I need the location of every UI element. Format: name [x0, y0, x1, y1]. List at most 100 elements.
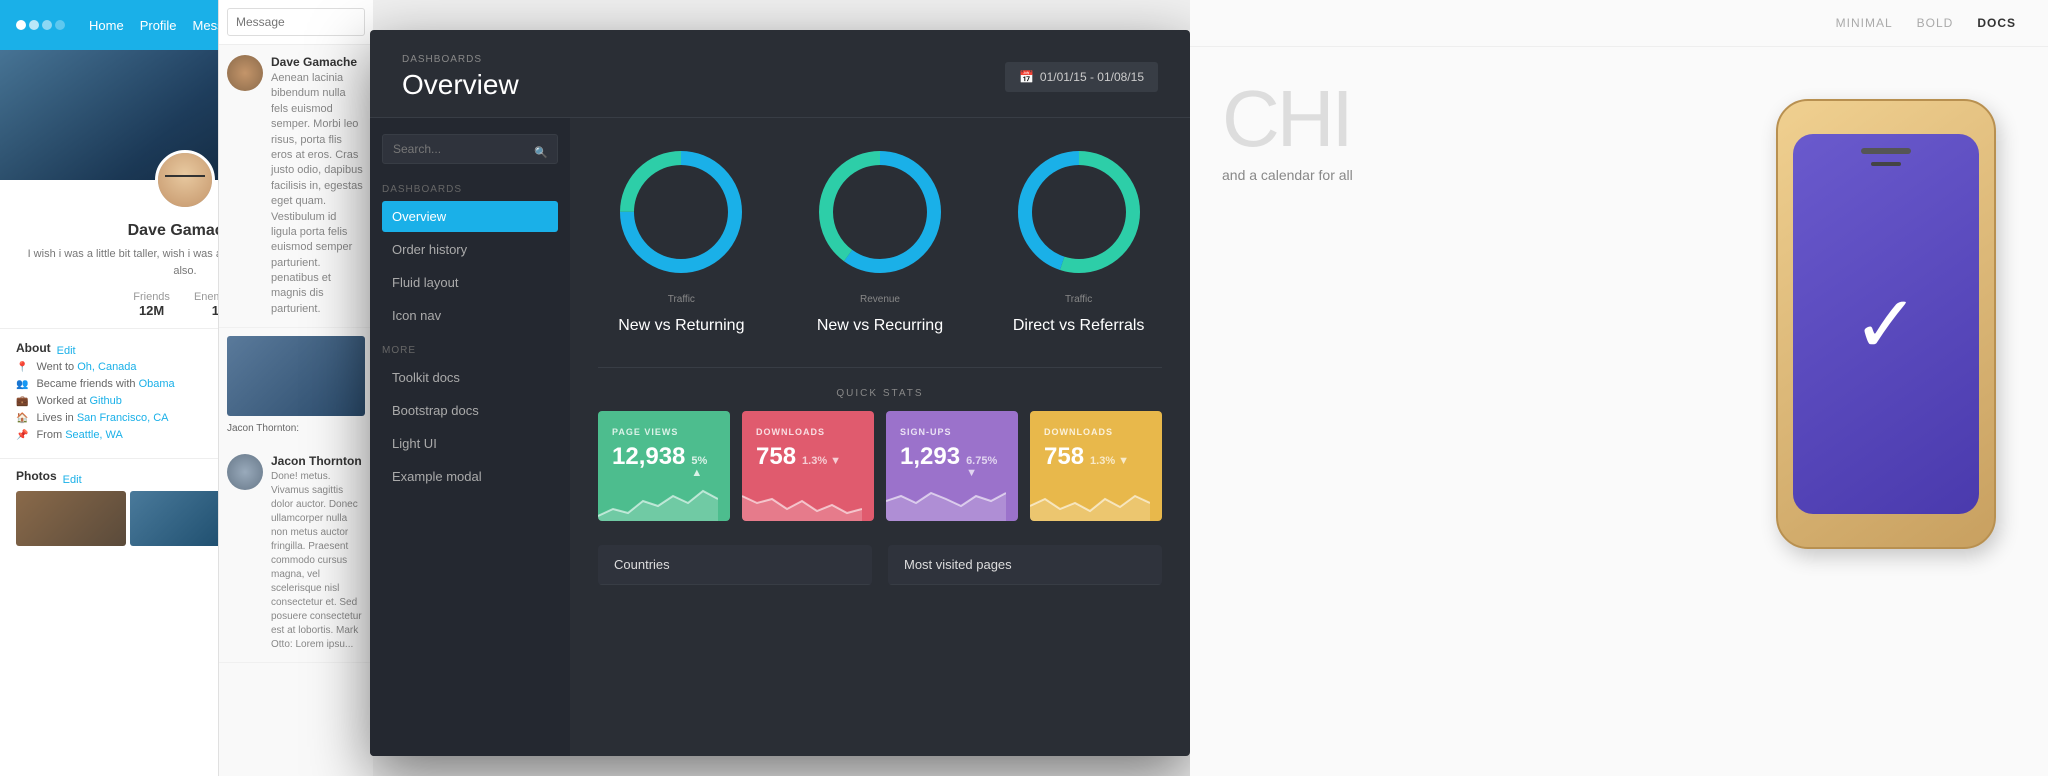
chart-1-title: New vs Returning — [618, 317, 744, 335]
chart-traffic-direct-referrals: Traffic Direct vs Referrals — [1009, 142, 1149, 335]
countries-table: Countries — [598, 545, 872, 585]
date-range-label: 01/01/15 - 01/08/15 — [1040, 70, 1144, 84]
stat-value-1: 12,938 5% ▲ — [612, 443, 716, 479]
phone-speaker — [1871, 162, 1901, 166]
avatar-glasses — [165, 175, 205, 185]
charts-row: Traffic New vs Returning Revenue New vs … — [598, 142, 1162, 335]
quick-stats-label: QUICK STATS — [598, 367, 1162, 399]
nav-section-more: MORE Toolkit docs Bootstrap docs Light U… — [370, 337, 570, 498]
sparkline-2 — [742, 481, 862, 521]
calendar-icon: 📅 — [1019, 70, 1034, 84]
most-visited-title: Most visited pages — [904, 557, 1146, 572]
countries-table-header: Countries — [598, 545, 872, 585]
photo-1[interactable] — [16, 491, 126, 546]
right-big-text: CHI — [1222, 79, 1724, 159]
avatar — [155, 150, 215, 210]
right-text: CHI and a calendar for all — [1222, 79, 1724, 183]
message-input-wrap — [219, 0, 373, 45]
search-icon: 🔍 — [534, 146, 548, 159]
logo-dot-3 — [42, 20, 52, 30]
most-visited-header: Most visited pages — [888, 545, 1162, 585]
stat-title-4: DOWNLOADS — [1044, 427, 1148, 437]
msg-text-1: Aenean lacinia bibendum nulla fels euism… — [271, 71, 365, 317]
phone-notch — [1861, 148, 1911, 154]
logo-dot-4 — [55, 20, 65, 30]
messages-panel: Dave Gamache Aenean lacinia bibendum nul… — [218, 0, 373, 776]
chart-3-category: Traffic — [1065, 294, 1092, 305]
stat-change-3: 6.75% ▼ — [966, 455, 1004, 479]
pin-icon: 📌 — [16, 430, 28, 441]
donut-1 — [611, 142, 751, 282]
message-item-1: Dave Gamache Aenean lacinia bibendum nul… — [219, 45, 373, 328]
right-panel: MINIMAL BOLD DOCS CHI and a calendar for… — [1190, 0, 2048, 776]
stat-change-2: 1.3% ▼ — [802, 455, 841, 467]
phone-screen: ✓ — [1793, 134, 1979, 514]
post-caption: Jacon Thornton: — [227, 422, 365, 436]
logo-dot-1 — [16, 20, 26, 30]
image-post: Jacon Thornton: — [219, 328, 373, 444]
post-image — [227, 336, 365, 416]
logo-dot-2 — [29, 20, 39, 30]
dashboard-layout: 🔍 DASHBOARDS Overview Order history Flui… — [370, 118, 1190, 756]
date-range-button[interactable]: 📅 01/01/15 - 01/08/15 — [1005, 62, 1158, 92]
stat-value-4: 758 1.3% ▼ — [1044, 443, 1148, 471]
right-tagline: and a calendar for all — [1222, 167, 1724, 183]
msg-text-2: Done! metus. Vivamus sagittis dolor auct… — [271, 470, 365, 652]
search-wrap: 🔍 — [370, 134, 570, 176]
nav-minimal[interactable]: MINIMAL — [1836, 16, 1893, 30]
stat-card-downloads-2: DOWNLOADS 758 1.3% ▼ — [1030, 411, 1162, 521]
message-input[interactable] — [227, 8, 365, 36]
nav-item-example-modal[interactable]: Example modal — [382, 461, 558, 492]
nav-item-bootstrap-docs[interactable]: Bootstrap docs — [382, 395, 558, 426]
stat-title-3: SIGN-UPS — [900, 427, 1004, 437]
nav-home[interactable]: Home — [89, 18, 124, 33]
right-content: CHI and a calendar for all ✓ — [1190, 47, 2048, 631]
nav-docs[interactable]: DOCS — [1977, 16, 2016, 30]
stat-card-signups: SIGN-UPS 1,293 6.75% ▼ — [886, 411, 1018, 521]
friends-stat: Friends 12M — [133, 291, 170, 318]
nav-item-toolkit-docs[interactable]: Toolkit docs — [382, 362, 558, 393]
donut-3 — [1009, 142, 1149, 282]
stats-row: PAGE VIEWS 12,938 5% ▲ DOWNLOADS 758 — [598, 411, 1162, 521]
chart-revenue-new-recurring: Revenue New vs Recurring — [810, 142, 950, 335]
chart-3-title: Direct vs Referrals — [1013, 317, 1145, 335]
sparkline-3 — [886, 481, 1006, 521]
msg-content-1: Dave Gamache Aenean lacinia bibendum nul… — [271, 55, 365, 317]
msg-avatar-1 — [227, 55, 263, 91]
nav-profile[interactable]: Profile — [140, 18, 177, 33]
stat-card-downloads: DOWNLOADS 758 1.3% ▼ — [742, 411, 874, 521]
chart-traffic-new-returning: Traffic New vs Returning — [611, 142, 751, 335]
nav-item-fluid-layout[interactable]: Fluid layout — [382, 267, 558, 298]
nav-item-icon-nav[interactable]: Icon nav — [382, 300, 558, 331]
tables-row: Countries Most visited pages — [598, 545, 1162, 585]
msg-avatar-2 — [227, 454, 263, 490]
chart-2-title: New vs Recurring — [817, 317, 943, 335]
checkmark-icon: ✓ — [1852, 278, 1919, 371]
avatar-wrap — [155, 150, 215, 210]
sparkline-4 — [1030, 481, 1150, 521]
stat-value-3: 1,293 6.75% ▼ — [900, 443, 1004, 479]
message-item-2: Jacon Thornton Done! metus. Vivamus sagi… — [219, 444, 373, 663]
dashboard-header: DASHBOARDS Overview 📅 01/01/15 - 01/08/1… — [370, 30, 1190, 118]
stat-title-2: DOWNLOADS — [756, 427, 860, 437]
home-icon: 🏠 — [16, 413, 28, 424]
nav-bold[interactable]: BOLD — [1917, 16, 1954, 30]
right-nav: MINIMAL BOLD DOCS — [1190, 0, 2048, 47]
stat-change-1: 5% ▲ — [691, 455, 716, 479]
stat-title-1: PAGE VIEWS — [612, 427, 716, 437]
nav-section-title-2: MORE — [382, 345, 558, 356]
phone-frame: ✓ — [1776, 99, 1996, 549]
countries-table-title: Countries — [614, 557, 856, 572]
chart-2-category: Revenue — [860, 294, 900, 305]
stat-value-2: 758 1.3% ▼ — [756, 443, 860, 471]
nav-item-light-ui[interactable]: Light UI — [382, 428, 558, 459]
nav-section-title-1: DASHBOARDS — [382, 184, 558, 195]
search-input[interactable] — [382, 134, 558, 164]
avatar-image — [158, 153, 212, 207]
dashboard-main: Traffic New vs Returning Revenue New vs … — [570, 118, 1190, 756]
nav-item-order-history[interactable]: Order history — [382, 234, 558, 265]
nav-item-overview[interactable]: Overview — [382, 201, 558, 232]
donut-2 — [810, 142, 950, 282]
dashboard-modal: DASHBOARDS Overview 📅 01/01/15 - 01/08/1… — [370, 30, 1190, 756]
stat-change-4: 1.3% ▼ — [1090, 455, 1129, 467]
